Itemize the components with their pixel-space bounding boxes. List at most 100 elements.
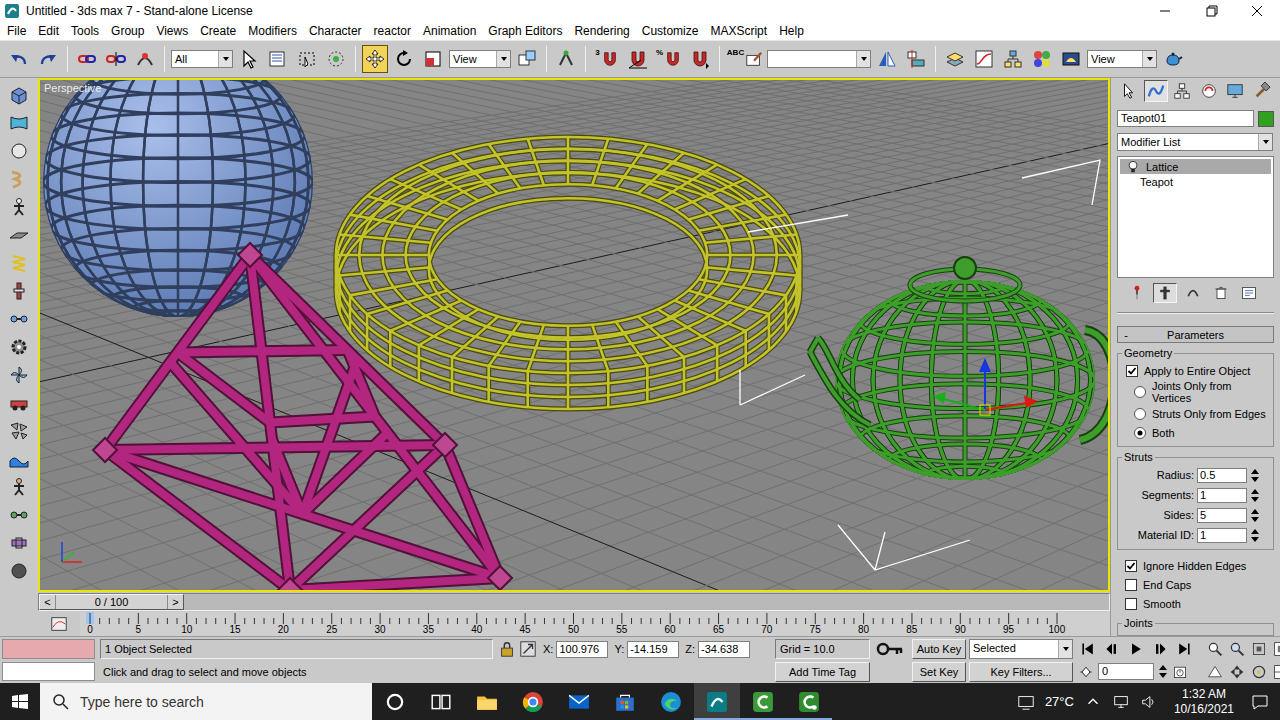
named-selection-dropdown[interactable] — [767, 50, 871, 68]
curve-editor-button[interactable] — [971, 45, 997, 73]
schematic-view-button[interactable] — [1000, 45, 1026, 73]
soft-body-button[interactable] — [6, 138, 32, 164]
key-set-dropdown[interactable]: Selected — [969, 639, 1073, 659]
camtasia-recorder-taskbar-button[interactable] — [740, 683, 786, 720]
crossing-button[interactable] — [323, 45, 349, 73]
menu-item[interactable]: MAXScript — [705, 22, 772, 40]
pan-button[interactable] — [1227, 658, 1247, 686]
fracture-button[interactable] — [6, 418, 32, 444]
ragdoll-button[interactable] — [6, 474, 32, 500]
modifier-list-dropdown[interactable]: Modifier List — [1117, 133, 1273, 151]
menu-item[interactable]: Graph Editors — [483, 22, 567, 40]
cortana-taskbar-button[interactable] — [372, 683, 418, 720]
wheel-button[interactable] — [6, 558, 32, 584]
link-button[interactable] — [74, 45, 100, 73]
torus-object[interactable] — [336, 137, 800, 409]
utilities-tab[interactable] — [1250, 80, 1275, 102]
rollout-toggle[interactable]: - — [1118, 329, 1134, 341]
quick-render-button[interactable] — [1160, 45, 1186, 73]
menu-item[interactable]: Tools — [66, 22, 104, 40]
point-to-point-button[interactable] — [6, 306, 32, 332]
checkbox[interactable] — [1125, 579, 1137, 591]
struts-checkbox-option[interactable]: Ignore Hidden Edges — [1125, 556, 1274, 575]
geometry-radio-option[interactable]: Struts Only from Edges — [1126, 404, 1269, 423]
minimize-button[interactable] — [1142, 0, 1188, 22]
object-color-swatch[interactable] — [1258, 111, 1274, 127]
undo-button[interactable] — [6, 45, 32, 73]
viewport-label[interactable]: Perspective — [44, 82, 101, 94]
camtasia-taskbar-button[interactable] — [786, 683, 832, 720]
listener-output[interactable] — [2, 639, 95, 659]
bind-button[interactable] — [132, 45, 158, 73]
time-slider-thumb[interactable]: <0 / 100> — [39, 594, 184, 610]
coordinate-field[interactable]: 100.976 — [556, 641, 608, 658]
dashpot-button[interactable] — [6, 278, 32, 304]
material-editor-button[interactable] — [1029, 45, 1055, 73]
pyramid-object[interactable] — [93, 243, 512, 590]
pin-button[interactable] — [1125, 283, 1149, 303]
hierarchy-tab[interactable] — [1170, 80, 1195, 102]
apply-to-entire-object-checkbox[interactable]: Apply to Entire Object — [1126, 361, 1269, 380]
radio-button[interactable] — [1134, 408, 1146, 420]
manipulate-button[interactable] — [553, 45, 579, 73]
zoom-all-button[interactable] — [1227, 635, 1247, 663]
start-button[interactable] — [0, 683, 40, 720]
weather-temperature[interactable]: 27°C — [1045, 694, 1074, 709]
menu-item[interactable]: Animation — [418, 22, 481, 40]
auto-key-button[interactable]: Auto Key — [912, 639, 966, 659]
mirror-button[interactable] — [874, 45, 900, 73]
checkbox[interactable] — [1125, 598, 1137, 610]
prismatic-button[interactable] — [6, 530, 32, 556]
motor-button[interactable] — [6, 334, 32, 360]
menu-item[interactable]: File — [2, 22, 31, 40]
close-button[interactable] — [1234, 0, 1280, 22]
wind-button[interactable] — [6, 362, 32, 388]
zoom-extents-button[interactable] — [1249, 635, 1269, 663]
checkbox[interactable] — [1126, 365, 1138, 377]
cloth-button[interactable] — [6, 110, 32, 136]
viewport-scene[interactable] — [40, 80, 1108, 590]
spinner-snap-button[interactable] — [687, 45, 713, 73]
menu-item[interactable]: Edit — [33, 22, 64, 40]
move-gizmo[interactable] — [933, 358, 1038, 415]
checkbox[interactable] — [1125, 560, 1137, 572]
radio-button[interactable] — [1134, 386, 1146, 398]
move-button[interactable] — [362, 45, 388, 73]
configure-button[interactable] — [1237, 283, 1261, 303]
hinge-button[interactable] — [6, 502, 32, 528]
menu-item[interactable]: reactor — [369, 22, 416, 40]
taskbar-clock[interactable]: 1:32 AM10/16/2021 — [1168, 687, 1240, 717]
file-explorer-taskbar-button[interactable] — [464, 683, 510, 720]
next-frame-button[interactable]: > — [167, 595, 183, 609]
time-slider[interactable]: <0 / 100> — [38, 593, 1110, 611]
set-key-button[interactable]: Set Key — [912, 662, 966, 682]
menu-item[interactable]: Help — [774, 22, 809, 40]
spinner-field[interactable]: 5 — [1197, 508, 1247, 523]
add-time-tag-button[interactable]: Add Time Tag — [775, 662, 870, 682]
coordinate-field[interactable]: -34.638 — [698, 641, 750, 658]
chrome-taskbar-button[interactable] — [510, 683, 556, 720]
percent-snap-button[interactable]: % — [654, 45, 684, 73]
pivot-button[interactable] — [514, 45, 540, 73]
menu-item[interactable]: Views — [151, 22, 193, 40]
current-frame-field[interactable]: 0 — [1098, 663, 1154, 680]
layer-manager-button[interactable] — [942, 45, 968, 73]
listener-input[interactable] — [2, 662, 95, 682]
struts-checkbox-option[interactable]: End Caps — [1125, 575, 1274, 594]
fov-button[interactable] — [1205, 658, 1225, 686]
menu-item[interactable]: Rendering — [569, 22, 634, 40]
align-button[interactable] — [903, 45, 929, 73]
menu-item[interactable]: Customize — [637, 22, 704, 40]
teapot-object[interactable] — [740, 160, 1108, 570]
rigid-body-button[interactable] — [6, 82, 32, 108]
render-scene-button[interactable] — [1058, 45, 1084, 73]
water-button[interactable] — [6, 446, 32, 472]
rotate-button[interactable] — [391, 45, 417, 73]
scale-button[interactable] — [420, 45, 446, 73]
go-start-button[interactable] — [1078, 635, 1098, 663]
toy-car-button[interactable] — [6, 390, 32, 416]
show-end-result-button[interactable] — [1153, 283, 1177, 303]
3ds-max-taskbar-button[interactable] — [694, 683, 740, 720]
task-view-taskbar-button[interactable] — [418, 683, 464, 720]
perspective-viewport[interactable]: Perspective — [38, 78, 1110, 592]
